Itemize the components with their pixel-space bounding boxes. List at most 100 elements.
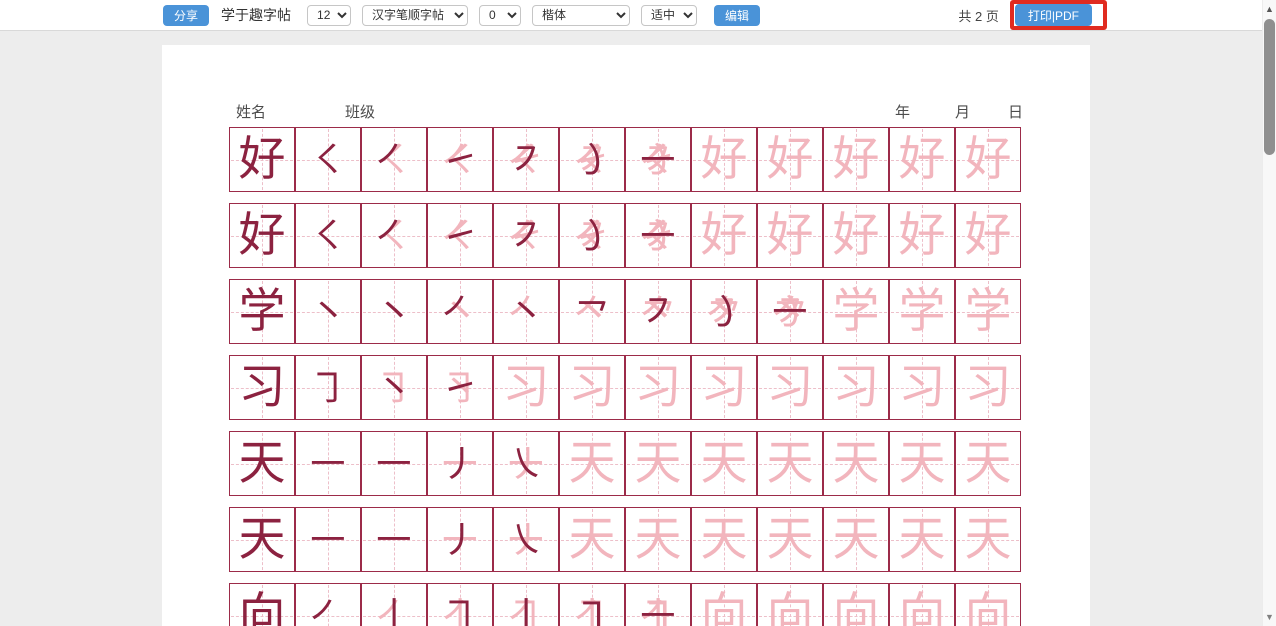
scroll-up-arrow-icon[interactable]: ▲: [1263, 2, 1276, 16]
template-type-select[interactable]: 汉字笔顺字帖: [362, 5, 468, 26]
scrollbar-thumb[interactable]: [1264, 19, 1275, 155]
horizontal-guide-line: [495, 236, 557, 237]
horizontal-guide-line: [891, 540, 953, 541]
toolbar-selects: 12 汉字笔顺字帖 0 楷体适中: [307, 5, 697, 26]
edit-button[interactable]: 编辑: [714, 5, 760, 26]
grid-cell: 天: [229, 507, 295, 572]
grid-cell: 习: [691, 355, 757, 420]
horizontal-guide-line: [627, 540, 689, 541]
grid-cell: ㇒㇑: [361, 583, 427, 626]
grid-cell: ㇔㇔㇒: [427, 279, 493, 344]
vertical-guide-line: [262, 585, 263, 626]
grid-cell: 学: [955, 279, 1021, 344]
horizontal-guide-line: [759, 236, 821, 237]
horizontal-guide-line: [693, 160, 755, 161]
vertical-guide-line: [658, 585, 659, 626]
horizontal-guide-line: [693, 540, 755, 541]
grid-cell: 向: [757, 583, 823, 626]
day-label: 日: [1008, 101, 1023, 122]
horizontal-guide-line: [759, 540, 821, 541]
density-select[interactable]: 适中: [641, 5, 697, 26]
horizontal-guide-line: [495, 464, 557, 465]
horizontal-guide-line: [297, 616, 359, 617]
font-family-select[interactable]: 楷体: [532, 5, 630, 26]
horizontal-guide-line: [891, 388, 953, 389]
vertical-guide-line: [394, 585, 395, 626]
grid-cell: ㇔㇔: [361, 279, 427, 344]
vertical-guide-line: [724, 585, 725, 626]
grid-cell: 向: [823, 583, 889, 626]
toolbar-right-group: 共 2 页 打印|PDF: [958, 4, 1092, 26]
horizontal-guide-line: [627, 236, 689, 237]
grid-cell: ㇐: [295, 431, 361, 496]
character-row: 习㇆㇆㇔㇆㇔㇀习习习习习习习习: [229, 355, 1023, 420]
horizontal-guide-line: [891, 236, 953, 237]
grid-cell: 向: [955, 583, 1021, 626]
grid-cell: ㇐㇐: [361, 507, 427, 572]
grid-cell: ㇐㇐㇓: [427, 507, 493, 572]
grid-cell: 天: [823, 507, 889, 572]
horizontal-guide-line: [825, 464, 887, 465]
grid-cell: 好: [889, 203, 955, 268]
offset-select[interactable]: 0: [479, 5, 521, 26]
horizontal-guide-line: [891, 312, 953, 313]
year-label: 年: [895, 101, 910, 122]
grid-cell: 好: [691, 127, 757, 192]
grid-cell: 天: [691, 431, 757, 496]
horizontal-guide-line: [759, 616, 821, 617]
grid-cell: 天: [955, 431, 1021, 496]
scrollbar[interactable]: ▲ ▼: [1262, 0, 1276, 626]
grid-cell: 学: [889, 279, 955, 344]
character-row: 向㇒㇒㇑㇒㇑㇆㇒㇑㇆㇑㇒㇑㇆㇑㇕㇒㇑㇆㇑㇕㇐向向向向向: [229, 583, 1023, 626]
horizontal-guide-line: [363, 312, 425, 313]
horizontal-guide-line: [561, 540, 623, 541]
horizontal-guide-line: [693, 464, 755, 465]
vertical-guide-line: [988, 585, 989, 626]
grid-cell: 好: [955, 203, 1021, 268]
grid-cell: ㇛㇒: [361, 127, 427, 192]
worksheet-page: 姓名 班级 年 月 日 好㇛㇛㇒㇛㇒㇀㇛㇒㇀㇇㇛㇒㇀㇇㇁㇛㇒㇀㇇㇁㇐好好好好好好…: [162, 45, 1090, 626]
grid-cell: ㇛㇒㇀㇇㇁: [559, 203, 625, 268]
horizontal-guide-line: [429, 616, 491, 617]
grid-cell: ㇔㇔㇒㇔: [493, 279, 559, 344]
content-area: 姓名 班级 年 月 日 好㇛㇛㇒㇛㇒㇀㇛㇒㇀㇇㇛㇒㇀㇇㇁㇛㇒㇀㇇㇁㇐好好好好好好…: [0, 31, 1262, 626]
grid-cell: 习: [493, 355, 559, 420]
grid-cell: ㇛㇒㇀: [427, 203, 493, 268]
vertical-guide-line: [856, 585, 857, 626]
horizontal-guide-line: [297, 312, 359, 313]
scroll-down-arrow-icon[interactable]: ▼: [1263, 610, 1276, 624]
horizontal-guide-line: [231, 312, 293, 313]
horizontal-guide-line: [891, 616, 953, 617]
character-row: 学㇔㇔㇔㇔㇔㇒㇔㇔㇒㇔㇔㇔㇒㇔㇖㇔㇔㇒㇔㇖㇇㇔㇔㇒㇔㇖㇇㇁㇔㇔㇒㇔㇖㇇㇁㇐学学学: [229, 279, 1023, 344]
grid-cell: 好: [955, 127, 1021, 192]
vertical-guide-line: [592, 585, 593, 626]
class-label: 班级: [345, 101, 375, 122]
grid-cell: ㇛: [295, 203, 361, 268]
month-label: 月: [955, 101, 970, 122]
vertical-guide-line: [328, 585, 329, 626]
grid-cell: ㇔㇔㇒㇔㇖: [559, 279, 625, 344]
horizontal-guide-line: [429, 388, 491, 389]
horizontal-guide-line: [231, 388, 293, 389]
font-size-select[interactable]: 12: [307, 5, 351, 26]
grid-cell: ㇛㇒㇀㇇㇁㇐: [625, 127, 691, 192]
grid-cell: 天: [823, 431, 889, 496]
grid-cell: 天: [889, 431, 955, 496]
share-button[interactable]: 分享: [163, 5, 209, 26]
grid-cell: 好: [691, 203, 757, 268]
horizontal-guide-line: [363, 388, 425, 389]
grid-cell: 天: [889, 507, 955, 572]
grid-cell: ㇒㇑㇆: [427, 583, 493, 626]
print-pdf-button[interactable]: 打印|PDF: [1015, 4, 1092, 26]
horizontal-guide-line: [495, 540, 557, 541]
vertical-guide-line: [790, 585, 791, 626]
grid-cell: 习: [823, 355, 889, 420]
horizontal-guide-line: [297, 160, 359, 161]
grid-cell: 好: [757, 127, 823, 192]
vertical-guide-line: [922, 585, 923, 626]
grid-cell: ㇔㇔㇒㇔㇖㇇: [625, 279, 691, 344]
grid-cell: ㇛㇒: [361, 203, 427, 268]
grid-cell: 天: [757, 431, 823, 496]
horizontal-guide-line: [495, 312, 557, 313]
character-row: 好㇛㇛㇒㇛㇒㇀㇛㇒㇀㇇㇛㇒㇀㇇㇁㇛㇒㇀㇇㇁㇐好好好好好: [229, 203, 1023, 268]
